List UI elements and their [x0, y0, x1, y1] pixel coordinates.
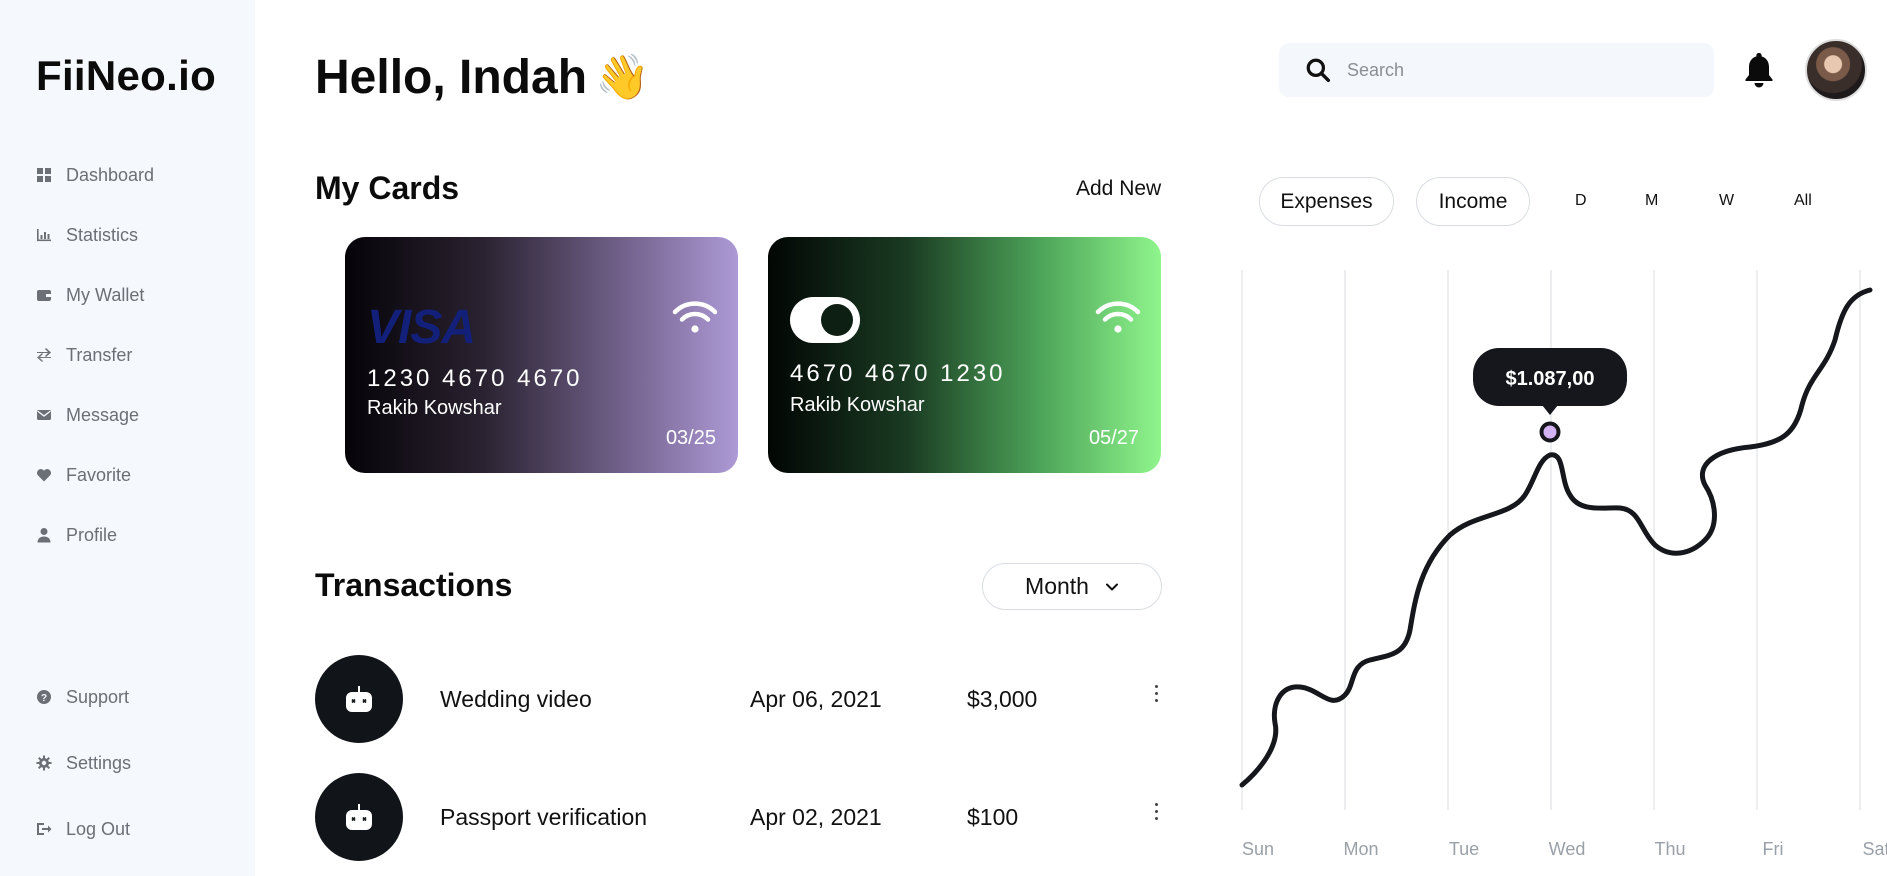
card-number: 4670 4670 1230: [790, 360, 1006, 387]
greeting: Hello, Indah 👋: [315, 50, 650, 105]
search-icon: [1306, 58, 1331, 83]
transaction-icon: [315, 773, 403, 861]
search-input[interactable]: [1347, 59, 1687, 81]
card-expiry: 05/27: [1088, 427, 1139, 449]
data-point-marker: [1539, 421, 1561, 443]
period-month-button[interactable]: M: [1645, 192, 1658, 210]
transaction-date: Apr 06, 2021: [750, 686, 882, 712]
waving-hand-icon: 👋: [595, 52, 650, 102]
contactless-icon: [672, 301, 718, 333]
logout-icon: [37, 823, 52, 835]
question-icon: ?: [37, 690, 51, 704]
sidebar-item-label: Transfer: [66, 344, 133, 365]
credit-card-green[interactable]: 4670 4670 1230 Rakib Kowshar 05/27: [768, 237, 1161, 473]
more-options-icon[interactable]: [1153, 803, 1159, 827]
period-all-button[interactable]: All: [1794, 192, 1812, 210]
transaction-row[interactable]: Wedding video Apr 06, 2021 $3,000: [315, 655, 1165, 743]
user-icon: [37, 528, 51, 543]
more-options-icon[interactable]: [1153, 685, 1159, 709]
expenses-toggle-button[interactable]: Expenses: [1259, 177, 1394, 226]
sidebar: FiiNeo.io Dashboard Statistics My Wallet…: [0, 0, 255, 876]
sidebar-item-label: Message: [66, 404, 140, 425]
sidebar-item-log-out[interactable]: Log Out: [36, 796, 131, 862]
tooltip-pointer: [1542, 405, 1558, 415]
sidebar-item-label: Statistics: [66, 224, 139, 245]
visa-logo: VISA: [367, 301, 476, 354]
sidebar-item-label: Settings: [66, 752, 132, 773]
sidebar-item-support[interactable]: ? Support: [36, 664, 131, 730]
x-tick-label: Tue: [1449, 839, 1479, 859]
card-holder: Rakib Kowshar: [790, 394, 925, 416]
period-select-value: Month: [1025, 573, 1089, 599]
x-tick-label: Thu: [1654, 839, 1685, 859]
sidebar-item-label: Support: [66, 686, 130, 707]
sidebar-item-favorite[interactable]: Favorite: [36, 445, 154, 505]
expenses-line-chart: Sun Mon Tue Wed Thu Fri Sat $1.087,00: [1239, 270, 1887, 859]
credit-card-visa[interactable]: VISA 1230 4670 4670 Rakib Kowshar 03/25: [345, 237, 738, 473]
sidebar-item-my-wallet[interactable]: My Wallet: [36, 265, 154, 325]
x-tick-label: Wed: [1549, 839, 1586, 859]
transaction-amount: $100: [967, 804, 1019, 830]
sidebar-item-label: Favorite: [66, 464, 132, 485]
contactless-icon: [1095, 301, 1141, 333]
svg-text:?: ?: [41, 693, 47, 704]
sidebar-item-message[interactable]: Message: [36, 385, 154, 445]
sidebar-item-label: My Wallet: [66, 284, 145, 305]
transaction-amount: $3,000: [967, 686, 1038, 712]
sidebar-item-label: Dashboard: [66, 164, 155, 185]
gear-icon: [36, 755, 52, 771]
card-expiry: 03/25: [665, 427, 716, 449]
sidebar-item-label: Log Out: [66, 818, 131, 839]
period-day-button[interactable]: D: [1575, 192, 1587, 210]
transaction-name: Wedding video: [440, 686, 592, 712]
x-tick-label: Sat: [1862, 839, 1887, 859]
dashboard-icon: [37, 168, 51, 182]
card-number: 1230 4670 4670: [367, 365, 583, 392]
my-cards-title: My Cards: [315, 170, 460, 206]
search-bar[interactable]: [1279, 43, 1714, 97]
income-toggle-button[interactable]: Income: [1416, 177, 1530, 226]
x-tick-label: Fri: [1763, 839, 1784, 859]
page-title: Hello, Indah: [315, 51, 588, 104]
bell-icon[interactable]: [1740, 50, 1778, 90]
heart-icon: [37, 469, 51, 482]
gamepad-icon: [346, 804, 372, 830]
gamepad-icon: [346, 686, 372, 712]
avatar[interactable]: [1805, 39, 1867, 101]
sidebar-item-dashboard[interactable]: Dashboard: [36, 145, 154, 205]
sidebar-item-profile[interactable]: Profile: [36, 505, 154, 565]
sidebar-item-statistics[interactable]: Statistics: [36, 205, 154, 265]
secondary-nav: ? Support Settings Log Out: [36, 664, 131, 862]
x-tick-label: Mon: [1343, 839, 1378, 859]
period-week-button[interactable]: W: [1719, 192, 1734, 210]
chevron-down-icon: [1105, 583, 1118, 590]
transaction-icon: [315, 655, 403, 743]
tooltip-value: $1.087,00: [1506, 368, 1595, 390]
x-tick-label: Sun: [1242, 839, 1274, 859]
transaction-row[interactable]: Passport verification Apr 02, 2021 $100: [315, 773, 1165, 861]
card-holder: Rakib Kowshar: [367, 397, 502, 419]
sidebar-item-transfer[interactable]: Transfer: [36, 325, 154, 385]
card-brand-toggle-icon: [790, 297, 860, 343]
add-new-card-link[interactable]: Add New: [1076, 177, 1161, 201]
wallet-icon: [37, 290, 51, 301]
transaction-name: Passport verification: [440, 804, 648, 830]
transaction-date: Apr 02, 2021: [750, 804, 882, 830]
transactions-title: Transactions: [315, 567, 513, 603]
sidebar-item-settings[interactable]: Settings: [36, 730, 131, 796]
statistics-icon: [37, 229, 51, 242]
message-icon: [37, 410, 51, 420]
sidebar-item-label: Profile: [66, 524, 118, 545]
transfer-icon: [37, 348, 51, 362]
main-nav: Dashboard Statistics My Wallet Transfer …: [36, 145, 154, 565]
app-logo[interactable]: FiiNeo.io: [36, 52, 216, 100]
period-select[interactable]: Month: [982, 563, 1162, 610]
